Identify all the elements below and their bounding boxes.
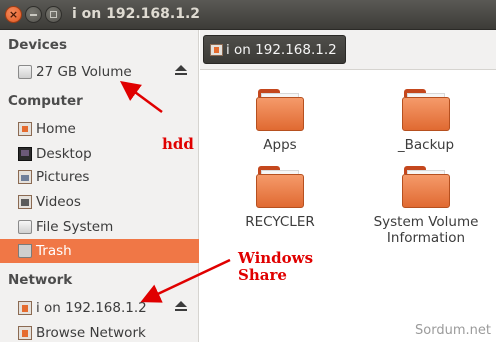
folder-name: Apps (263, 137, 297, 153)
file-view: i on 192.168.1.2 Apps _Backup RECYCLER S… (200, 30, 496, 342)
folder-recycler[interactable]: RECYCLER (220, 164, 340, 230)
share-annotation: Share (238, 266, 287, 284)
sidebar-item-label: Trash (36, 243, 72, 259)
pictures-folder-icon (18, 170, 32, 184)
sidebar-item-trash[interactable]: Trash (0, 239, 199, 263)
network-share-icon (18, 301, 32, 315)
eject-icon[interactable] (175, 65, 187, 77)
breadcrumb-label: i on 192.168.1.2 (226, 41, 337, 58)
folder-backup[interactable]: _Backup (366, 87, 486, 153)
folder-name: RECYCLER (245, 214, 315, 230)
title-bar: × i on 192.168.1.2 (0, 0, 496, 30)
watermark: Sordum.net (415, 323, 491, 338)
maximize-icon (50, 11, 57, 18)
sidebar-item-27gb-volume[interactable]: 27 GB Volume (0, 60, 199, 84)
videos-folder-icon (18, 195, 32, 209)
folder-icon (402, 87, 450, 131)
folder-name-line2: Information (386, 230, 466, 246)
window-title: i on 192.168.1.2 (72, 6, 201, 22)
home-folder-icon (18, 122, 32, 136)
folder-apps[interactable]: Apps (220, 87, 340, 153)
breadcrumb-current[interactable]: i on 192.168.1.2 (203, 35, 346, 64)
desktop-icon (18, 147, 32, 161)
folder-system-volume-information[interactable]: System Volume Information (366, 164, 486, 246)
folder-icon (256, 164, 304, 208)
path-bar: i on 192.168.1.2 (200, 30, 496, 70)
devices-heading: Devices (8, 37, 67, 53)
sidebar-item-label: 27 GB Volume (36, 64, 132, 80)
folder-icon (256, 87, 304, 131)
sidebar-item-label: Browse Network (36, 325, 146, 341)
windows-annotation: Windows (238, 249, 314, 267)
sidebar-item-browse-network[interactable]: Browse Network (0, 321, 199, 342)
hdd-annotation: hdd (162, 135, 194, 153)
sidebar: Devices 27 GB Volume Computer Home Deskt… (0, 30, 199, 342)
folder-name-line1: System Volume (373, 214, 479, 230)
sidebar-item-network-share[interactable]: i on 192.168.1.2 (0, 296, 199, 320)
trash-icon (18, 244, 32, 258)
sidebar-item-label: Desktop (36, 146, 92, 162)
drive-icon (18, 65, 32, 79)
sidebar-item-videos[interactable]: Videos (0, 190, 199, 214)
close-window-button[interactable]: × (5, 6, 22, 23)
network-icon (18, 326, 32, 340)
sidebar-item-label: Pictures (36, 169, 90, 185)
sidebar-item-pictures[interactable]: Pictures (0, 165, 199, 189)
network-share-icon (210, 43, 223, 56)
network-heading: Network (8, 272, 73, 288)
maximize-window-button[interactable] (45, 6, 62, 23)
minimize-icon (30, 13, 37, 16)
close-icon: × (8, 8, 19, 21)
eject-icon[interactable] (175, 301, 187, 313)
minimize-window-button[interactable] (25, 6, 42, 23)
filesystem-icon (18, 220, 32, 234)
computer-heading: Computer (8, 93, 83, 109)
sidebar-item-label: Videos (36, 194, 81, 210)
folder-name: _Backup (397, 137, 455, 153)
sidebar-item-file-system[interactable]: File System (0, 215, 199, 239)
folder-icon (402, 164, 450, 208)
sidebar-item-label: Home (36, 121, 76, 137)
sidebar-item-label: i on 192.168.1.2 (36, 300, 147, 316)
sidebar-item-label: File System (36, 219, 114, 235)
